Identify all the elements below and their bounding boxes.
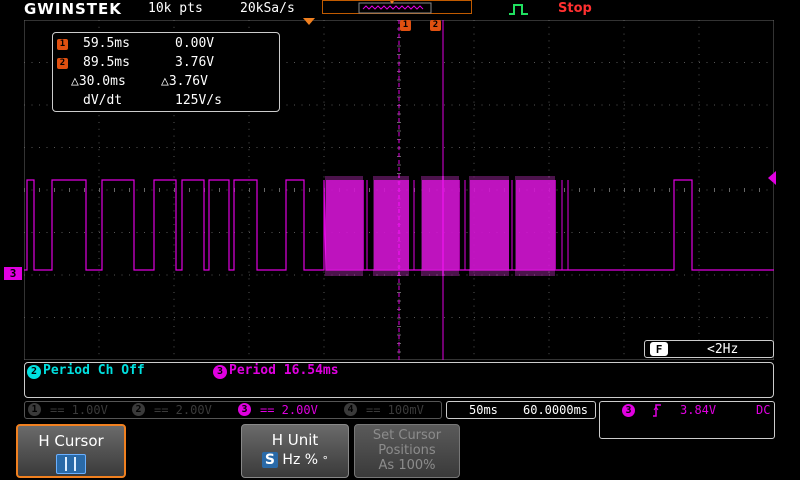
dvdt-label: dV/dt [83, 93, 123, 108]
horizontal-position: 60.0000ms [523, 403, 589, 417]
cursor-2-voltage: 3.76V [175, 55, 215, 70]
cursor-readout-panel: 1 59.5ms 0.00V 2 89.5ms 3.76V △30.0ms △3… [52, 32, 280, 112]
cursor-1-time: 59.5ms [83, 36, 130, 51]
cursor-2-marker[interactable]: 2 [430, 20, 441, 31]
filter-value: <2Hz [707, 342, 739, 357]
trigger-level-marker[interactable] [766, 171, 776, 185]
top-status-bar: GWINSTEK 10k pts 20kSa/s Stop [0, 0, 800, 18]
cursor-1-voltage: 0.00V [175, 36, 215, 51]
cursor-pair-icon [56, 454, 86, 474]
trigger-level: 3.84V [680, 403, 717, 417]
filter-indicator: F <2Hz [644, 340, 774, 358]
cursor-2-time: 89.5ms [83, 55, 130, 70]
trigger-status-icon [509, 4, 528, 15]
channel-3-badge: 3 [238, 403, 251, 416]
trigger-source-badge: 3 [622, 404, 635, 417]
degree-option: ° [322, 454, 329, 467]
channel-1-badge: 1 [28, 403, 41, 416]
cursor-1-marker[interactable]: 1 [400, 20, 411, 31]
h-cursor-softkey[interactable]: H Cursor [16, 424, 126, 478]
rising-edge-icon [653, 404, 661, 417]
channel-2-badge: 2 [132, 403, 145, 416]
channel-4-status[interactable]: 4 == 100mV [344, 402, 444, 418]
dvdt-value: 125V/s [175, 93, 222, 108]
set-cursor-line1: Set Cursor [372, 428, 442, 443]
ch3-measure-badge: 3 [213, 365, 227, 379]
measurement-bar: 2 Period Ch Off 3 Period 16.54ms [24, 362, 774, 398]
channel-1-scale: == 1.00V [50, 403, 108, 417]
ch3-burst-regions [325, 176, 569, 276]
seconds-unit-badge: S [261, 452, 278, 468]
delta-time: △30.0ms [71, 74, 126, 89]
channel-3-scale: == 2.00V [260, 403, 318, 417]
channel-4-badge: 4 [344, 403, 357, 416]
ch2-measure-badge: 2 [27, 365, 41, 379]
brand-logo: GWINSTEK [24, 0, 122, 18]
ch3-ground-marker[interactable]: 3 [4, 267, 22, 280]
filter-icon: F [650, 342, 668, 356]
set-cursor-line3: As 100% [378, 458, 436, 473]
channel-2-scale: == 2.00V [154, 403, 212, 417]
h-cursor-label: H Cursor [38, 432, 104, 450]
delta-voltage: △3.76V [161, 74, 208, 89]
trigger-info-box[interactable]: 3 3.84V DC [599, 401, 775, 439]
ch3-period-measurement: Period 16.54ms [229, 363, 339, 378]
channel-3-status[interactable]: 3 == 2.00V [238, 402, 338, 418]
unit-options: Hz % [282, 452, 319, 468]
channel-1-status[interactable]: 1 == 1.00V [28, 402, 128, 418]
timebase-box[interactable]: 50ms 60.0000ms [446, 401, 596, 419]
sample-rate: 20kSa/s [240, 1, 295, 16]
run-stop-status: Stop [558, 1, 592, 16]
timebase-scale: 50ms [469, 403, 498, 417]
channel-2-status[interactable]: 2 == 2.00V [132, 402, 232, 418]
cursor-2-badge: 2 [57, 58, 68, 69]
set-cursor-line2: Positions [378, 443, 436, 458]
h-unit-label: H Unit [271, 431, 319, 449]
ch2-period-measurement: Period Ch Off [43, 363, 145, 378]
cursor-1-badge: 1 [57, 39, 68, 50]
record-length: 10k pts [148, 1, 203, 16]
trigger-coupling: DC [756, 403, 771, 417]
h-unit-softkey[interactable]: H Unit S Hz % ° [241, 424, 349, 478]
set-cursor-100-softkey[interactable]: Set Cursor Positions As 100% [354, 424, 460, 478]
trigger-position-marker [303, 18, 315, 25]
waveform-overview [322, 0, 472, 14]
channel-4-scale: == 100mV [366, 403, 424, 417]
